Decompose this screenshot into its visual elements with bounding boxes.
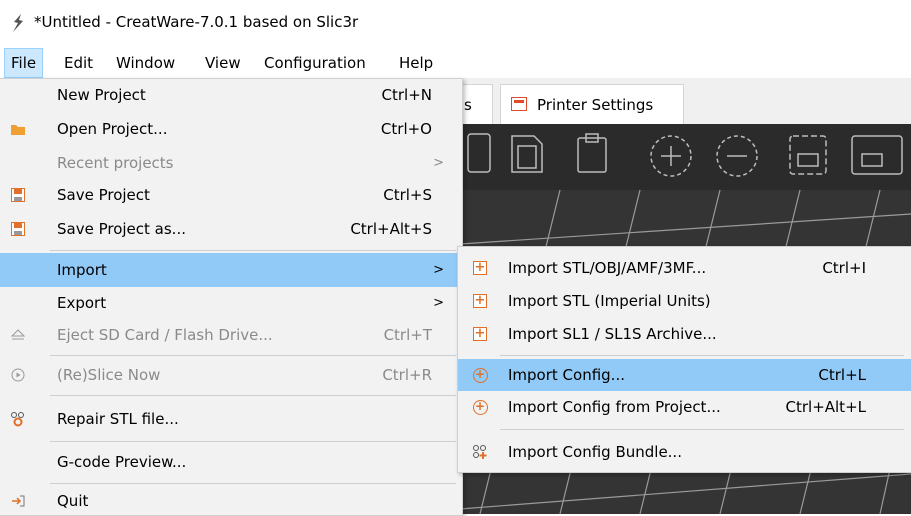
- menu-item-label: Export: [57, 294, 107, 312]
- menu-item-label: Import STL (Imperial Units): [508, 292, 711, 310]
- menu-item-import-config[interactable]: + Import Config... Ctrl+L: [458, 359, 911, 391]
- menu-item-open-project[interactable]: Open Project... Ctrl+O: [0, 113, 462, 145]
- menu-item-shortcut: Ctrl+L: [818, 366, 866, 384]
- menu-item-import-stl-imperial[interactable]: + Import STL (Imperial Units): [458, 285, 911, 317]
- menu-item-label: Save Project: [57, 186, 150, 204]
- menu-item-shortcut: Ctrl+T: [383, 326, 432, 344]
- menu-configuration[interactable]: Configuration: [258, 48, 372, 78]
- menu-item-recent-projects[interactable]: Recent projects >: [0, 147, 462, 179]
- menu-item-save-project[interactable]: Save Project Ctrl+S: [0, 179, 462, 211]
- menu-item-shortcut: Ctrl+Alt+S: [350, 220, 432, 238]
- app-logo-icon: [13, 14, 23, 32]
- import-plus-icon: +: [473, 293, 487, 308]
- import-config-icon: +: [472, 367, 488, 383]
- menu-item-save-project-as[interactable]: Save Project as... Ctrl+Alt+S: [0, 213, 462, 245]
- menu-item-label: Recent projects: [57, 154, 174, 172]
- menu-help[interactable]: Help: [393, 48, 439, 78]
- menu-separator: [50, 355, 456, 356]
- menu-item-eject[interactable]: Eject SD Card / Flash Drive... Ctrl+T: [0, 319, 462, 351]
- tab-printer-settings[interactable]: Printer Settings: [500, 84, 684, 125]
- menu-item-label: Save Project as...: [57, 220, 186, 238]
- menu-item-label: (Re)Slice Now: [57, 366, 161, 384]
- menu-edit[interactable]: Edit: [58, 48, 99, 78]
- window-title: *Untitled - CreatWare-7.0.1 based on Sli…: [34, 13, 359, 31]
- import-config-icon: +: [472, 399, 488, 415]
- title-bar: *Untitled - CreatWare-7.0.1 based on Sli…: [0, 0, 911, 46]
- tab-label-partial: s: [464, 96, 472, 114]
- menu-item-label: New Project: [57, 86, 146, 104]
- menu-item-label: Open Project...: [57, 120, 168, 138]
- menu-item-label: Repair STL file...: [57, 410, 179, 428]
- menu-item-reslice-now[interactable]: (Re)Slice Now Ctrl+R: [0, 359, 462, 391]
- menu-item-shortcut: Ctrl+R: [382, 366, 432, 384]
- menu-item-new-project[interactable]: New Project Ctrl+N: [0, 79, 462, 111]
- menu-item-export[interactable]: Export >: [0, 287, 462, 319]
- printer-icon: [511, 97, 527, 111]
- quit-icon: [10, 493, 26, 509]
- submenu-arrow-icon: >: [433, 262, 444, 278]
- menu-item-label: Import Config from Project...: [508, 398, 721, 416]
- menu-item-label: Import STL/OBJ/AMF/3MF...: [508, 259, 707, 277]
- submenu-arrow-icon: >: [433, 155, 444, 171]
- menu-view[interactable]: View: [199, 48, 247, 78]
- menu-item-label: Import: [57, 261, 107, 279]
- menu-item-repair-stl[interactable]: Repair STL file...: [0, 401, 462, 437]
- file-menu: New Project Ctrl+N Open Project... Ctrl+…: [0, 78, 463, 516]
- eject-icon: [10, 327, 26, 343]
- folder-icon: [10, 121, 26, 137]
- menu-item-shortcut: Ctrl+O: [380, 120, 432, 138]
- save-icon: [10, 187, 26, 203]
- menu-item-import-stl-obj-amf-3mf[interactable]: + Import STL/OBJ/AMF/3MF... Ctrl+I: [458, 251, 911, 285]
- menu-item-import-config-bundle[interactable]: Import Config Bundle...: [458, 435, 911, 469]
- menu-bar: File Edit Window View Configuration Help: [0, 48, 911, 78]
- import-plus-icon: +: [473, 260, 487, 275]
- submenu-arrow-icon: >: [433, 295, 444, 311]
- menu-item-label: Import Config Bundle...: [508, 443, 682, 461]
- menu-item-label: Quit: [57, 492, 89, 510]
- menu-item-label: Import SL1 / SL1S Archive...: [508, 325, 717, 343]
- save-icon: [10, 221, 26, 237]
- menu-separator: [50, 441, 456, 442]
- menu-window[interactable]: Window: [110, 48, 181, 78]
- menu-separator: [500, 355, 904, 356]
- menu-item-label: Import Config...: [508, 366, 625, 384]
- play-icon: [10, 367, 26, 383]
- menu-item-import-sl1-archive[interactable]: + Import SL1 / SL1S Archive...: [458, 317, 911, 351]
- menu-item-shortcut: Ctrl+S: [383, 186, 432, 204]
- menu-item-label: G-code Preview...: [57, 453, 187, 471]
- menu-item-shortcut: Ctrl+Alt+L: [785, 398, 867, 416]
- menu-separator: [50, 250, 456, 251]
- menu-separator: [500, 429, 904, 430]
- menu-item-import[interactable]: Import >: [0, 253, 462, 287]
- menu-item-quit[interactable]: Quit: [0, 487, 462, 515]
- menu-item-label: Eject SD Card / Flash Drive...: [57, 326, 273, 344]
- repair-icon: [10, 411, 26, 427]
- menu-item-import-config-from-project[interactable]: + Import Config from Project... Ctrl+Alt…: [458, 391, 911, 423]
- menu-separator: [50, 483, 456, 484]
- import-submenu: + Import STL/OBJ/AMF/3MF... Ctrl+I + Imp…: [457, 246, 911, 473]
- menu-separator: [50, 395, 456, 396]
- menu-item-shortcut: Ctrl+N: [381, 86, 432, 104]
- tab-label-printer-settings: Printer Settings: [537, 96, 654, 114]
- menu-file[interactable]: File: [4, 48, 44, 78]
- config-bundle-icon: [472, 444, 488, 460]
- import-plus-icon: +: [473, 326, 487, 341]
- menu-item-shortcut: Ctrl+I: [822, 259, 866, 277]
- menu-item-gcode-preview[interactable]: G-code Preview...: [0, 445, 462, 479]
